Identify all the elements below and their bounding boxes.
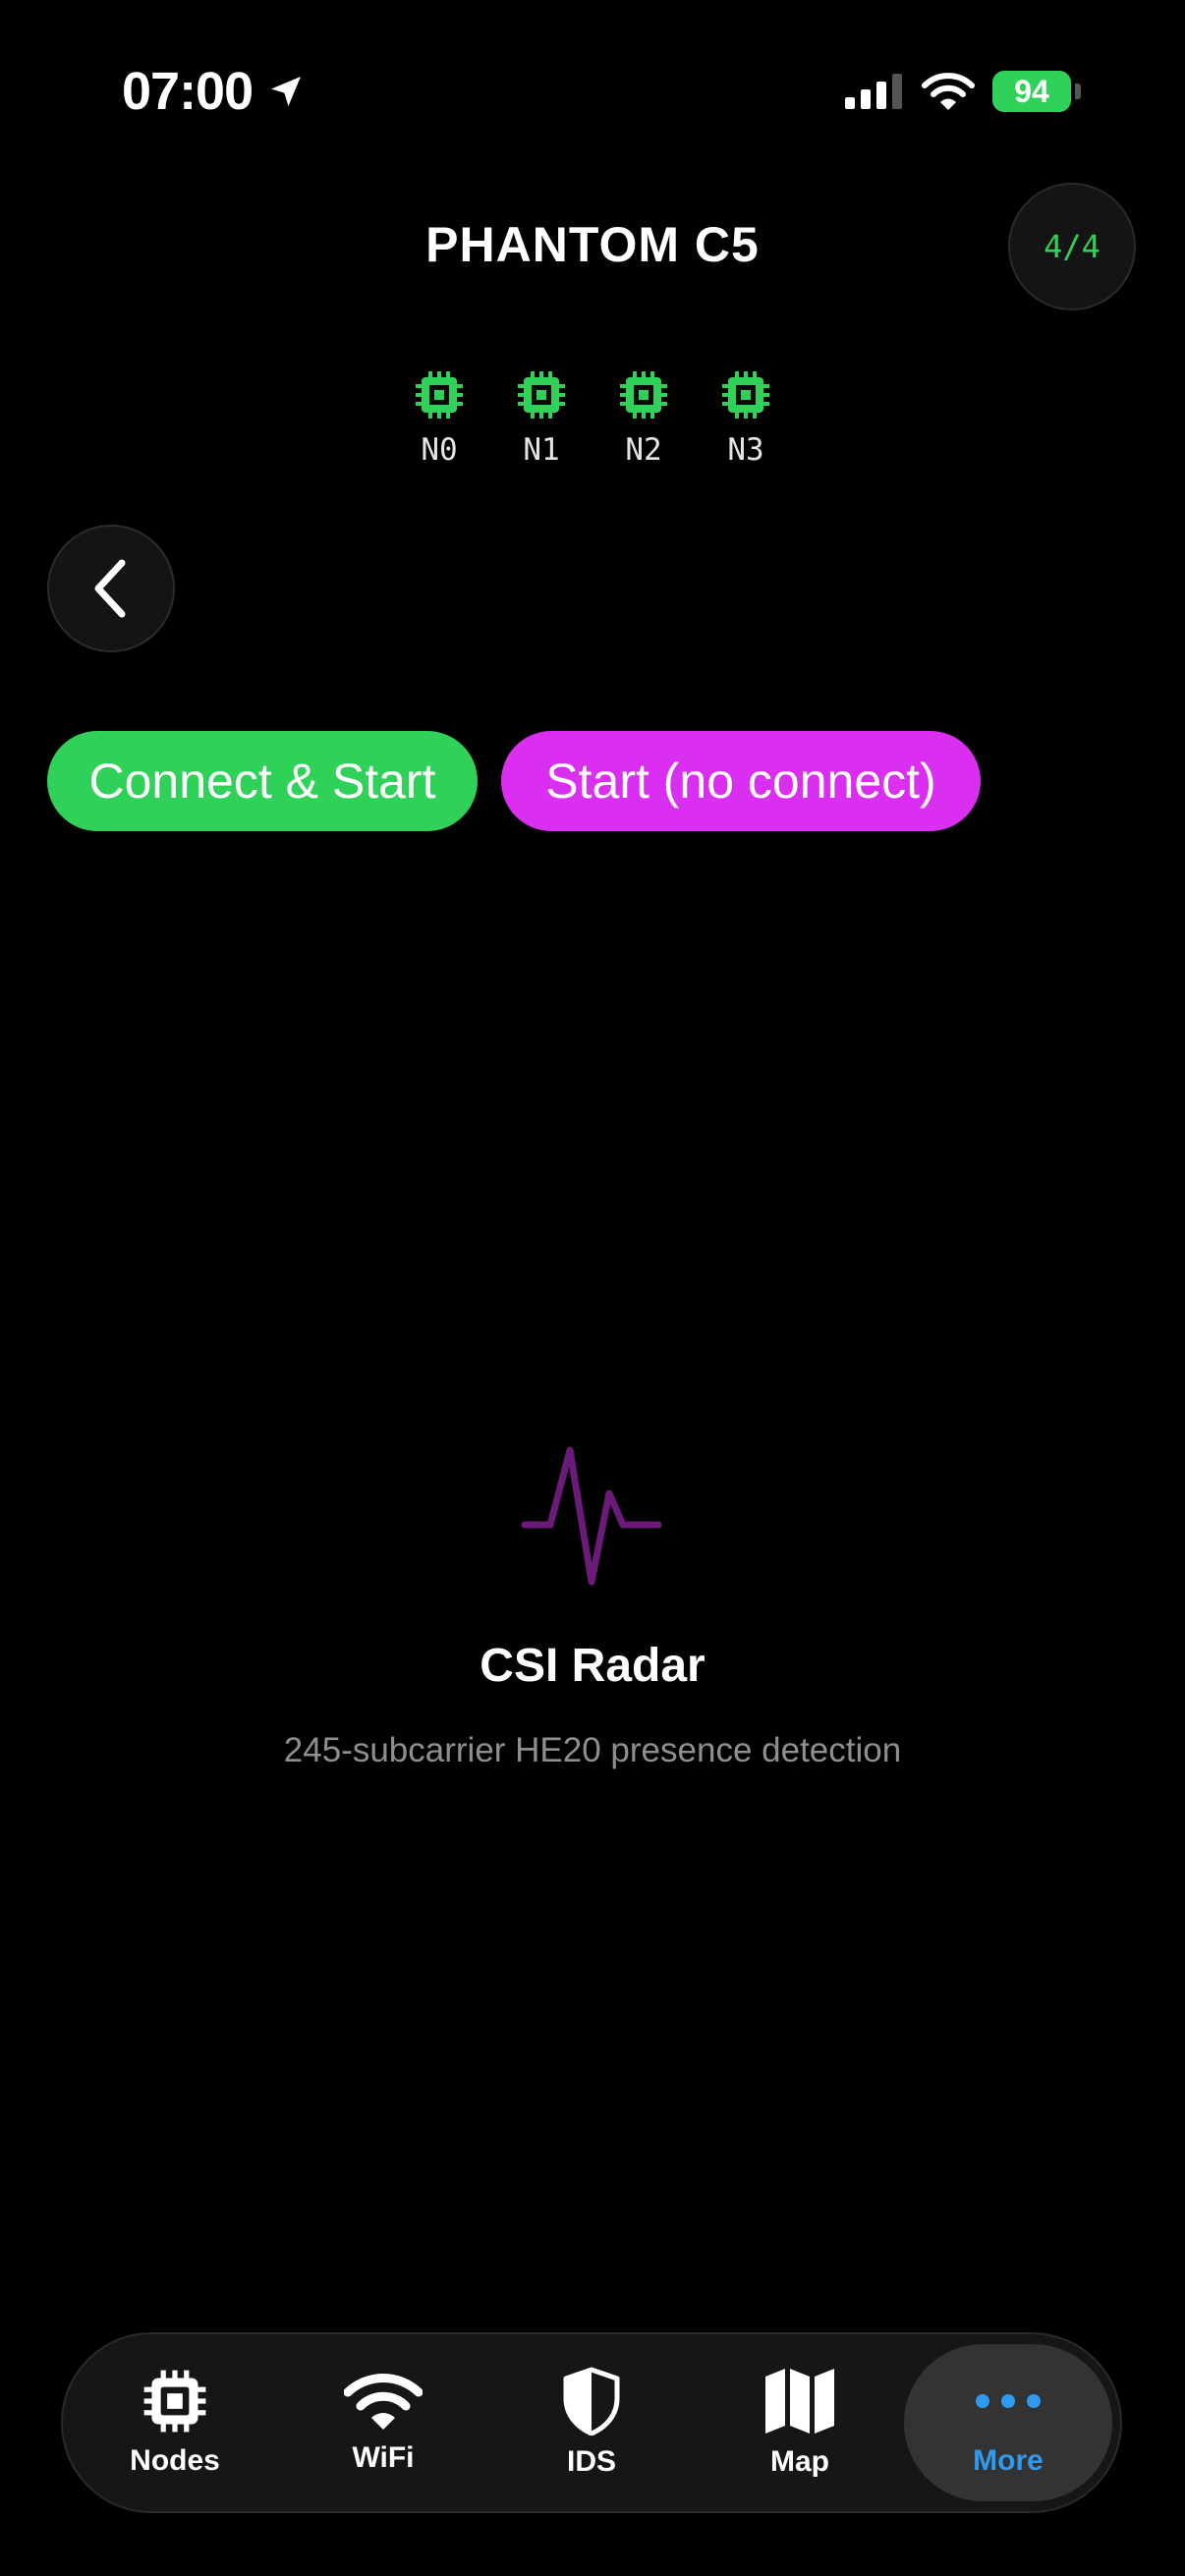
- wifi-icon: [344, 2374, 423, 2430]
- chip-icon: [722, 371, 769, 419]
- nodes-row: N0 N1 N2 N3: [0, 369, 1185, 468]
- status-bar: 07:00 94: [0, 0, 1185, 196]
- tab-nodes[interactable]: Nodes: [71, 2344, 279, 2501]
- node-item[interactable]: N3: [720, 369, 771, 468]
- node-label: N1: [523, 432, 560, 468]
- empty-state-title: CSI Radar: [480, 1640, 705, 1692]
- battery-indicator: 94: [992, 71, 1071, 112]
- waveform-icon: [521, 1446, 662, 1586]
- chip-icon: [143, 2370, 206, 2433]
- action-buttons: Connect & Start Start (no connect): [47, 731, 981, 831]
- tab-label: WiFi: [352, 2441, 415, 2474]
- chip-icon: [518, 371, 565, 419]
- node-label: N2: [625, 432, 662, 468]
- node-label: N3: [727, 432, 764, 468]
- tab-ids[interactable]: IDS: [487, 2344, 696, 2501]
- node-item[interactable]: N1: [516, 369, 567, 468]
- battery-level: 94: [1014, 73, 1049, 109]
- status-indicators: 94: [845, 71, 1081, 112]
- status-time-text: 07:00: [122, 62, 254, 121]
- tab-label: Map: [770, 2445, 829, 2478]
- cellular-signal-icon: [845, 74, 902, 109]
- node-label: N0: [421, 432, 458, 468]
- start-no-connect-button[interactable]: Start (no connect): [501, 731, 981, 831]
- ellipsis-icon: [976, 2394, 1041, 2408]
- status-time: 07:00: [122, 61, 306, 122]
- shield-icon: [563, 2367, 620, 2436]
- tab-wifi[interactable]: WiFi: [279, 2344, 487, 2501]
- tab-label: More: [973, 2444, 1044, 2477]
- chip-icon: [416, 371, 463, 419]
- wifi-status-icon: [922, 73, 975, 110]
- node-item[interactable]: N2: [618, 369, 669, 468]
- connect-start-button[interactable]: Connect & Start: [47, 731, 478, 831]
- node-count-badge[interactable]: 4/4: [1008, 183, 1136, 310]
- node-item[interactable]: N0: [414, 369, 465, 468]
- tab-label: IDS: [566, 2445, 616, 2478]
- chevron-left-icon: [94, 559, 126, 618]
- battery-tip: [1075, 84, 1081, 99]
- tab-more[interactable]: More: [904, 2344, 1112, 2501]
- tab-label: Nodes: [130, 2444, 220, 2477]
- location-arrow-icon: [271, 77, 302, 106]
- map-icon: [765, 2369, 834, 2434]
- chip-icon: [620, 371, 667, 419]
- tab-bar: Nodes WiFi IDS Map More: [61, 2332, 1122, 2513]
- back-button[interactable]: [47, 525, 175, 652]
- empty-state-subtitle: 245-subcarrier HE20 presence detection: [283, 1731, 902, 1769]
- tab-map[interactable]: Map: [696, 2344, 904, 2501]
